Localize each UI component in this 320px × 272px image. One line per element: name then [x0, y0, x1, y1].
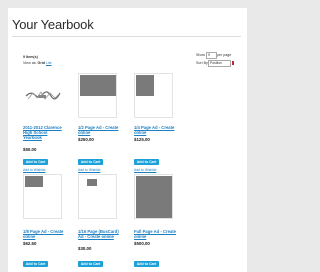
title-divider	[12, 36, 241, 37]
add-to-cart-button[interactable]: Add to Cart	[78, 261, 103, 267]
view-mode: View as: Grid List	[23, 61, 52, 65]
ad-size-shading	[136, 176, 172, 218]
product-name-link[interactable]: 2011-2012 Clarence High School Yearbook	[23, 125, 67, 140]
add-to-cart-button[interactable]: Add to Cart	[134, 159, 159, 165]
sort-direction-icon[interactable]	[232, 61, 234, 65]
product-image[interactable]	[78, 174, 117, 219]
product-price: $500.00	[134, 241, 150, 246]
ad-size-shading	[87, 179, 97, 186]
sort-by-select[interactable]: Position	[208, 60, 231, 67]
add-to-cart-button[interactable]: Add to Cart	[23, 159, 48, 165]
show-per-page-select[interactable]: 9	[206, 52, 217, 59]
ad-size-shading	[25, 176, 43, 187]
product-price: $62.50	[23, 241, 37, 246]
per-page-label: per page	[217, 53, 232, 57]
show-per-page-value: 9	[208, 53, 210, 57]
product-name-link[interactable]: 1/16 Page (BusCard) Ad - Create online	[78, 229, 122, 239]
yearbook-cover-image	[25, 91, 61, 100]
product-image[interactable]	[23, 73, 62, 118]
product-name-link[interactable]: 1/8 Page Ad - Create online	[23, 229, 67, 239]
add-to-cart-button[interactable]: Add to Cart	[134, 261, 159, 267]
sort-by-label: Sort By	[196, 61, 208, 65]
product-image[interactable]	[134, 174, 173, 219]
product-price: $125.00	[134, 137, 150, 142]
add-to-cart-button[interactable]: Add to Cart	[78, 159, 103, 165]
view-list-link[interactable]: List	[46, 61, 52, 65]
product-image[interactable]	[23, 174, 62, 219]
add-to-wishlist-link[interactable]: Add to Wishlist	[134, 168, 156, 172]
product-price: $250.00	[78, 137, 94, 142]
ad-size-shading	[136, 75, 154, 96]
page-title: Your Yearbook	[12, 17, 94, 32]
add-to-wishlist-link[interactable]: Add to Wishlist	[78, 168, 100, 172]
show-label: Show	[196, 53, 205, 57]
product-price: $50.00	[23, 147, 37, 152]
product-image[interactable]	[78, 73, 117, 118]
product-name-link[interactable]: Full Page Ad - Create online	[134, 229, 178, 239]
view-as-label: View as:	[23, 61, 37, 65]
product-image[interactable]	[134, 73, 173, 118]
view-grid-current: Grid	[37, 61, 45, 65]
product-price: $30.00	[78, 246, 92, 251]
item-count: 9 Item(s)	[23, 55, 38, 59]
product-name-link[interactable]: 1/2 Page Ad - Create online	[78, 125, 122, 135]
ad-size-shading	[80, 75, 116, 96]
add-to-cart-button[interactable]: Add to Cart	[23, 261, 48, 267]
product-name-link[interactable]: 1/4 Page Ad - Create online	[134, 125, 178, 135]
add-to-wishlist-link[interactable]: Add to Wishlist	[23, 168, 45, 172]
